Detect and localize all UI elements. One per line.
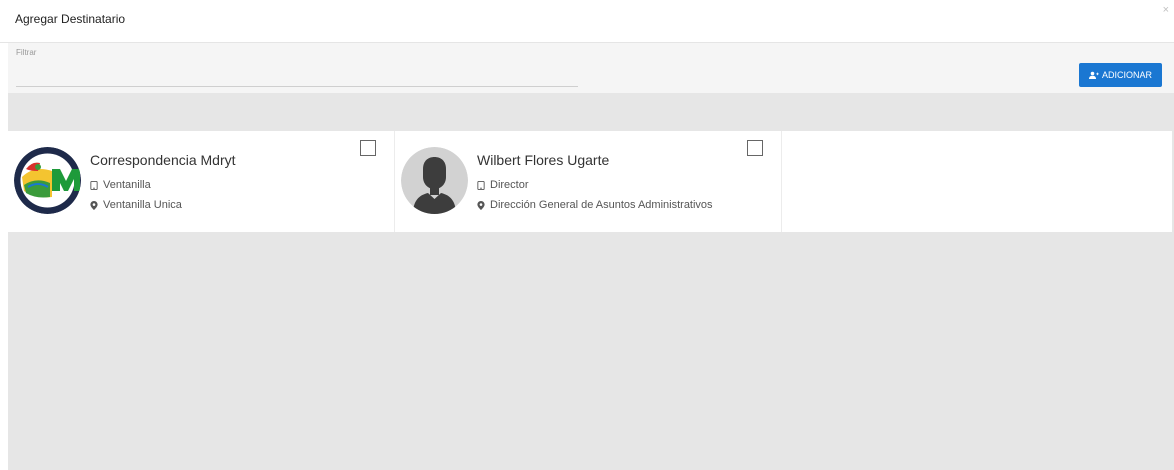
empty-card-slot — [782, 131, 1172, 232]
recipient-card[interactable]: Wilbert Flores Ugarte Director Dirección… — [395, 131, 782, 232]
recipient-location-text: Dirección General de Asuntos Administrat… — [490, 199, 713, 211]
recipient-list: Correspondencia Mdryt Ventanilla Ventani… — [8, 131, 1172, 232]
recipient-select-checkbox[interactable] — [360, 140, 376, 156]
filter-label: Filtrar — [16, 48, 37, 57]
recipient-role-text: Director — [490, 179, 529, 191]
filter-input[interactable] — [16, 61, 578, 87]
add-recipient-button[interactable]: ADICIONAR — [1079, 63, 1162, 87]
recipient-location-text: Ventanilla Unica — [103, 199, 182, 211]
user-plus-icon — [1088, 71, 1099, 79]
recipient-location: Ventanilla Unica — [90, 199, 182, 211]
map-marker-icon — [477, 200, 485, 210]
map-marker-icon — [90, 200, 98, 210]
recipient-name: Correspondencia Mdryt — [90, 152, 236, 168]
filter-bar: Filtrar — [8, 43, 1174, 93]
close-icon[interactable]: × — [1163, 5, 1169, 16]
add-recipient-label: ADICIONAR — [1101, 70, 1152, 80]
default-user-avatar — [401, 147, 468, 214]
modal-title: Agregar Destinatario — [15, 12, 126, 26]
mobile-icon — [90, 180, 98, 190]
recipient-card[interactable]: Correspondencia Mdryt Ventanilla Ventani… — [8, 131, 395, 232]
recipient-role: Director — [477, 179, 529, 191]
recipient-name: Wilbert Flores Ugarte — [477, 152, 610, 168]
recipient-role: Ventanilla — [90, 179, 151, 191]
mdryt-logo — [14, 147, 81, 214]
mobile-icon — [477, 180, 485, 190]
recipient-select-checkbox[interactable] — [747, 140, 763, 156]
recipient-role-text: Ventanilla — [103, 179, 151, 191]
modal-header: Agregar Destinatario × — [0, 0, 1174, 43]
recipient-location: Dirección General de Asuntos Administrat… — [477, 199, 713, 211]
